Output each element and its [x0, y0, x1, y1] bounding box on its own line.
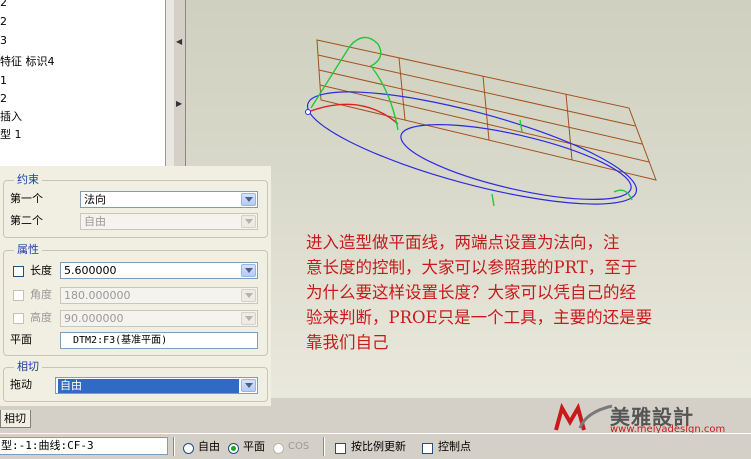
- chevron-down-icon[interactable]: [241, 193, 256, 206]
- drag-label: 拖动: [10, 378, 32, 391]
- chevron-down-icon[interactable]: [241, 215, 256, 228]
- divider: [323, 437, 325, 456]
- length-checkbox[interactable]: [13, 266, 24, 277]
- radio-cos-label: COS: [288, 441, 310, 452]
- scale-update-label: 按比例更新: [351, 440, 406, 453]
- curve-name-field[interactable]: 型:-1:曲线:CF-3: [0, 437, 168, 455]
- tree-item[interactable]: 1: [0, 72, 7, 90]
- angle-input[interactable]: 180.000000: [60, 287, 258, 304]
- curve-name-value: 型:-1:曲线:CF-3: [1, 439, 94, 452]
- control-points-checkbox[interactable]: [422, 443, 433, 454]
- tree-item[interactable]: 3: [0, 32, 7, 50]
- annotation-line: 意长度的控制，大家可以参照我的PRT，至于: [306, 258, 638, 277]
- second-constraint-value: 自由: [84, 215, 106, 228]
- surface-ellipses: [306, 91, 638, 205]
- radio-free[interactable]: [183, 443, 194, 454]
- tree-item[interactable]: 特征 标识4: [0, 53, 55, 71]
- chevron-down-icon[interactable]: [241, 312, 256, 325]
- length-value: 5.600000: [64, 264, 117, 277]
- angle-checkbox[interactable]: [13, 290, 24, 301]
- radio-free-label: 自由: [198, 440, 220, 453]
- logo-swoosh-icon: [578, 404, 613, 429]
- datum-plane-grid: [316, 39, 657, 181]
- height-checkbox[interactable]: [13, 313, 24, 324]
- tab-tangent-label: 相切: [4, 412, 26, 425]
- green-tick: [491, 193, 495, 207]
- first-constraint-select[interactable]: 法向: [80, 191, 258, 208]
- collapse-left-icon[interactable]: ◀: [176, 38, 182, 46]
- green-curve: [310, 36, 399, 131]
- first-constraint-value: 法向: [84, 193, 106, 206]
- brand-logo: 美雅設計 www.meiyadesign.com: [552, 402, 751, 435]
- expand-right-icon[interactable]: ▶: [176, 100, 182, 108]
- divider: [173, 437, 175, 456]
- height-label: 高度: [30, 311, 52, 324]
- chevron-down-icon[interactable]: [241, 379, 256, 392]
- annotation-line: 验来判断，PROE只是一个工具，主要的还是要: [306, 308, 653, 327]
- plane-label: 平面: [10, 333, 32, 346]
- tree-item[interactable]: 2: [0, 90, 7, 108]
- first-constraint-label: 第一个: [10, 192, 43, 205]
- length-label: 长度: [30, 264, 52, 277]
- tangent-title: 相切: [14, 361, 42, 373]
- grid-line: [317, 54, 636, 127]
- control-points-label: 控制点: [438, 440, 471, 453]
- annotation-line: 为什么要这样设置长度？大家可以凭自己的经: [306, 283, 636, 302]
- tree-item[interactable]: 2: [0, 13, 7, 31]
- ellipse-inner: [400, 124, 632, 200]
- scale-update-checkbox[interactable]: [335, 443, 346, 454]
- curve-properties-panel: 约束 第一个 法向 第二个 自由 属性 长度 5.600000 角度 180.0…: [0, 166, 271, 406]
- constraints-title: 约束: [14, 174, 42, 186]
- plane-reference-field[interactable]: DTM2:F3(基准平面): [60, 332, 258, 349]
- angle-label: 角度: [30, 288, 52, 301]
- ellipse-outer: [306, 91, 638, 205]
- angle-value: 180.000000: [64, 289, 131, 302]
- properties-title: 属性: [14, 244, 42, 256]
- annotation-line: 进入造型做平面线，两端点设置为法向，注: [306, 233, 620, 252]
- radio-plane[interactable]: [228, 443, 239, 454]
- radio-cos[interactable]: [273, 443, 284, 454]
- second-constraint-select[interactable]: 自由: [80, 213, 258, 230]
- radio-plane-label: 平面: [243, 440, 265, 453]
- second-constraint-label: 第二个: [10, 214, 43, 227]
- tree-item[interactable]: 插入: [0, 108, 22, 126]
- model-tree[interactable]: 2 2 3 特征 标识4 1 2 插入 型 1: [0, 0, 165, 166]
- green-tick: [519, 119, 523, 133]
- chevron-down-icon[interactable]: [241, 264, 256, 277]
- curve-endpoint: [305, 109, 311, 115]
- tree-item[interactable]: 2: [0, 0, 7, 12]
- annotation-text: 进入造型做平面线，两端点设置为法向，注 意长度的控制，大家可以参照我的PRT，至…: [306, 230, 746, 355]
- drag-value: 自由: [58, 379, 239, 393]
- height-value: 90.000000: [64, 312, 124, 325]
- annotation-line: 靠我们自己: [306, 333, 389, 352]
- status-bar: 型:-1:曲线:CF-3 自由 平面 COS 按比例更新 控制点: [0, 433, 751, 459]
- drag-select[interactable]: 自由: [55, 377, 258, 394]
- chevron-down-icon[interactable]: [241, 289, 256, 302]
- tree-item[interactable]: 型 1: [0, 126, 22, 144]
- tab-tangent[interactable]: 相切: [0, 410, 31, 428]
- height-input[interactable]: 90.000000: [60, 310, 258, 327]
- panel-sash[interactable]: ◀ ▶: [174, 0, 186, 166]
- length-input[interactable]: 5.600000: [60, 262, 258, 279]
- plane-value: DTM2:F3(基准平面): [73, 335, 168, 346]
